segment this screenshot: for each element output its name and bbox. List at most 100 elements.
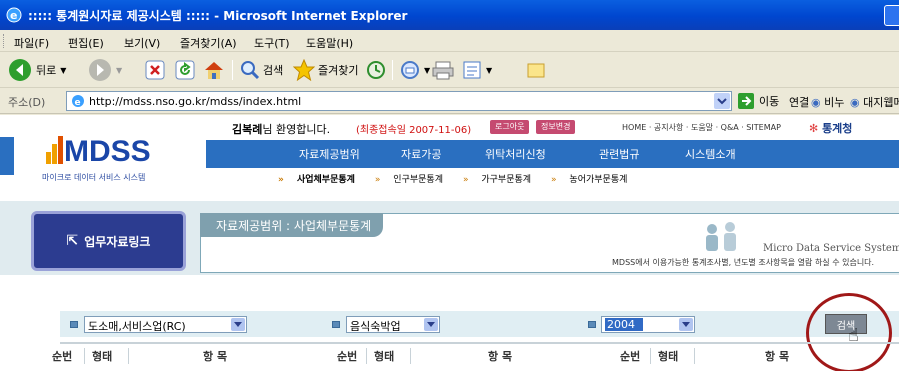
stop-button[interactable] [145, 56, 165, 84]
favorites-button[interactable]: 즐겨찾기 [293, 56, 358, 84]
last-login-text: (최종접속일 2007-11-06) [356, 125, 472, 136]
nav-laws[interactable]: 관련법규 [599, 146, 639, 162]
home-icon [205, 62, 223, 79]
nav-request[interactable]: 위탁처리신청 [485, 146, 546, 162]
menu-help[interactable]: 도움말(H) [306, 35, 353, 51]
header-item-3: 항 목 [765, 350, 790, 363]
work-data-link-button[interactable]: ⇱ 업무자료링크 [31, 211, 186, 271]
category-value: 도소매,서비스업(RC) [88, 320, 186, 333]
minimize-button[interactable] [884, 5, 899, 26]
bullet-icon [70, 321, 78, 328]
refresh-icon [175, 60, 195, 80]
nav-about[interactable]: 시스템소개 [685, 146, 736, 162]
link-binu[interactable]: ◉ 비누 [811, 94, 844, 110]
chevron-down-icon [717, 98, 727, 105]
link-webmail[interactable]: ◉ 대지웹메일 [850, 94, 899, 110]
ie-logo-icon: e [6, 7, 22, 23]
column-divider [650, 348, 651, 364]
address-dropdown[interactable] [714, 93, 730, 109]
people-icon [706, 222, 736, 251]
logout-button[interactable]: 로그아웃 [490, 120, 530, 134]
print-button[interactable] [432, 56, 454, 84]
info-change-button[interactable]: 정보변경 [536, 120, 576, 134]
link-binu-label: 비누 [824, 96, 845, 109]
back-button[interactable]: 뒤로 ▼ [8, 56, 66, 84]
forward-button[interactable]: ▼ [88, 56, 122, 84]
web-content: MDSS 마이크로 데이터 서비스 시스템 김복례님 환영합니다. (최종접속일… [0, 115, 899, 371]
bullet-icon [588, 321, 596, 328]
go-button[interactable]: 이동 [737, 92, 779, 110]
header-seq-1: 순번 [52, 350, 73, 363]
link-icon: ⇱ [66, 233, 79, 249]
link-icon: ◉ [811, 96, 821, 109]
discuss-button[interactable] [526, 56, 546, 84]
history-button[interactable] [366, 56, 386, 84]
go-label: 이동 [759, 95, 780, 108]
search-label: 검색 [263, 64, 284, 77]
brand-label: 통계청 [822, 122, 853, 135]
print-icon [432, 61, 454, 80]
subnav-population[interactable]: » 인구부문통계 [375, 172, 453, 185]
work-data-link-label: 업무자료링크 [84, 234, 151, 249]
arrow-icon: » [374, 174, 384, 185]
window-titlebar: e ::::: 통계원시자료 제공시스템 ::::: - Microsoft I… [0, 0, 899, 30]
top-links[interactable]: HOME · 공지사항 · 도움말 · Q&A · SITEMAP [622, 122, 781, 133]
subnav-farm[interactable]: » 농어가부문통계 [551, 172, 637, 185]
page-icon: e [72, 95, 84, 108]
edit-button[interactable]: ▼ [462, 56, 492, 84]
mds-description: MDSS에서 이용가능한 통계조사별, 년도별 조사항목을 열람 하실 수 있습… [612, 258, 875, 267]
year-select[interactable]: 2004 [601, 316, 695, 333]
category-select[interactable]: 도소매,서비스업(RC) [84, 316, 247, 333]
star-icon [293, 59, 315, 81]
subnav-household[interactable]: » 가구부문통계 [463, 172, 541, 185]
chevron-down-icon [424, 318, 438, 331]
refresh-button[interactable] [175, 56, 195, 84]
address-label: 주소(D) [8, 96, 46, 109]
menu-view[interactable]: 보기(V) [124, 35, 160, 51]
subnav-business[interactable]: » 사업체부문통계 [278, 172, 365, 185]
folder-icon [527, 63, 545, 78]
home-button[interactable] [203, 56, 225, 84]
toolbar-separator [232, 60, 233, 80]
stop-icon [145, 60, 165, 80]
menu-bar: 파일(F) 편집(E) 보기(V) 즐겨찾기(A) 도구(T) 도움말(H) [0, 30, 899, 52]
subcategory-select[interactable]: 음식숙박업 [346, 316, 440, 333]
user-name: 김복례 [232, 123, 263, 136]
links-label: 연결 [789, 96, 810, 109]
nav-left-edge [0, 137, 14, 175]
menu-file[interactable]: 파일(F) [14, 35, 49, 51]
menu-favorites[interactable]: 즐겨찾기(A) [180, 35, 237, 51]
address-input[interactable]: e http://mdss.nso.go.kr/mdss/index.html [66, 91, 732, 111]
nav-processing[interactable]: 자료가공 [401, 146, 441, 162]
mdss-logo[interactable]: MDSS [46, 135, 151, 169]
header-type-1: 형태 [92, 350, 113, 363]
subnav-business-label: 사업체부문통계 [296, 174, 355, 185]
brand-logo-icon: ✻ [809, 122, 819, 135]
kostat-brand[interactable]: ✻ 통계청 [809, 120, 852, 136]
nav-scope[interactable]: 자료제공범위 [299, 146, 360, 162]
header-seq-2: 순번 [337, 350, 358, 363]
column-divider [128, 348, 129, 364]
welcome-suffix: 님 환영합니다. [262, 123, 331, 136]
logo-text: MDSS [64, 135, 151, 168]
logo-bars-icon [46, 136, 63, 164]
scope-title: 자료제공범위 : 사업체부문통계 [200, 213, 383, 237]
chevron-down-icon: ▼ [424, 65, 431, 75]
toolbar-grip[interactable] [3, 34, 6, 48]
arrow-icon: » [551, 174, 560, 185]
header-item-1: 항 목 [203, 350, 228, 363]
menu-edit[interactable]: 편집(E) [68, 35, 104, 51]
menu-tools[interactable]: 도구(T) [254, 35, 290, 51]
subnav-farm-label: 농어가부문통계 [569, 174, 628, 185]
forward-arrow-icon [89, 59, 111, 81]
subnav-population-label: 인구부문통계 [393, 174, 443, 185]
link-icon: ◉ [850, 96, 860, 109]
edit-page-icon [463, 61, 481, 79]
subnav-household-label: 가구부문통계 [481, 174, 532, 185]
mail-button[interactable]: ▼ [400, 56, 430, 84]
search-button[interactable]: 검색 [240, 56, 283, 84]
bullet-icon [332, 321, 340, 328]
toolbar-separator [392, 60, 393, 80]
link-webmail-label: 대지웹메일 [863, 96, 899, 109]
mail-icon [401, 61, 419, 79]
